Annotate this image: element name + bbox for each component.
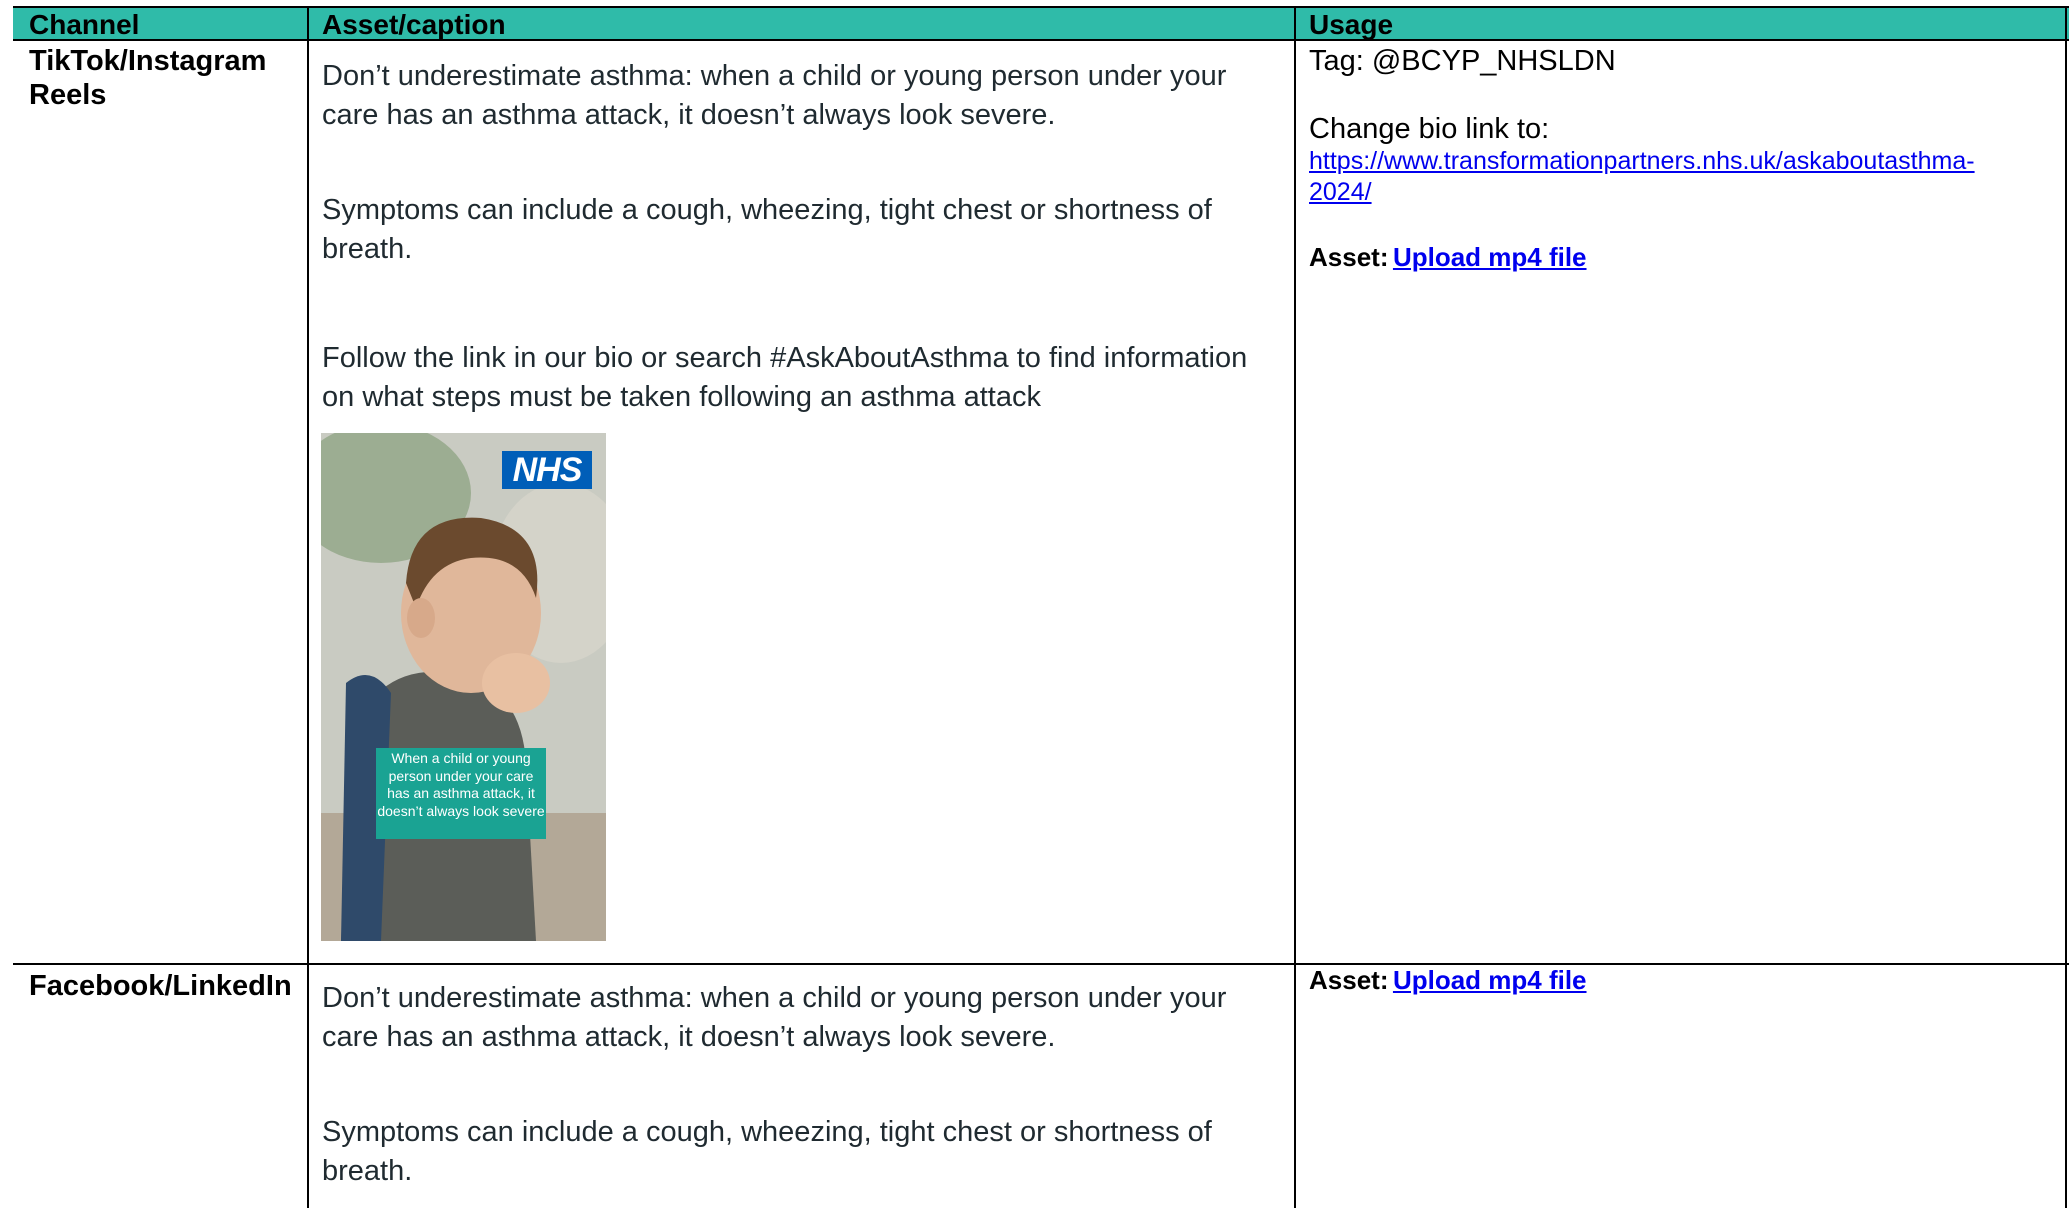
row2-upload-mp4-link[interactable]: Upload mp4 file <box>1393 965 1587 995</box>
row-divider <box>13 963 2069 965</box>
row1-upload-mp4-link[interactable]: Upload mp4 file <box>1393 242 1587 272</box>
video-overlay-text: When a child or young person under your … <box>376 748 546 839</box>
nhs-logo: NHS <box>502 451 592 489</box>
row1-asset-line: Asset: Upload mp4 file <box>1309 240 1587 279</box>
column-divider-1 <box>307 8 309 1208</box>
row2-caption-1: Don’t underestimate asthma: when a child… <box>322 982 1227 1053</box>
column-divider-2 <box>1294 8 1296 1208</box>
row1-asset-label: Asset: <box>1309 242 1389 272</box>
row1-usage-bio-label: Change bio link to: <box>1309 113 1550 145</box>
header-bottom-border <box>13 39 2069 41</box>
row2-caption-2: Symptoms can include a cough, wheezing, … <box>322 1116 1212 1187</box>
child-coughing-illustration <box>321 433 606 941</box>
row1-usage-tag: Tag: @BCYP_NHSLDN <box>1309 45 1616 77</box>
row1-caption-1: Don’t underestimate asthma: when a child… <box>322 60 1227 131</box>
row2-channel: Facebook/LinkedIn <box>29 970 292 1002</box>
row1-caption-3: Follow the link in our bio or search #As… <box>322 342 1248 413</box>
row1-caption-2: Symptoms can include a cough, wheezing, … <box>322 194 1212 265</box>
row1-channel: TikTok/Instagram Reels <box>29 45 267 111</box>
table-header: Channel Asset/caption Usage <box>13 8 2069 40</box>
row2-asset-label: Asset: <box>1309 965 1389 995</box>
header-usage: Usage <box>1309 9 1394 40</box>
header-channel: Channel <box>29 9 140 40</box>
table-right-border <box>2065 8 2067 1208</box>
header-asset-caption: Asset/caption <box>322 9 506 40</box>
row2-asset-line: Asset: Upload mp4 file <box>1309 963 1587 1002</box>
campaign-video-thumbnail: NHS When a child or young person under y… <box>321 433 606 941</box>
row1-bio-link[interactable]: https://www.transformationpartners.nhs.u… <box>1309 146 2029 208</box>
table-top-border <box>13 6 2069 8</box>
